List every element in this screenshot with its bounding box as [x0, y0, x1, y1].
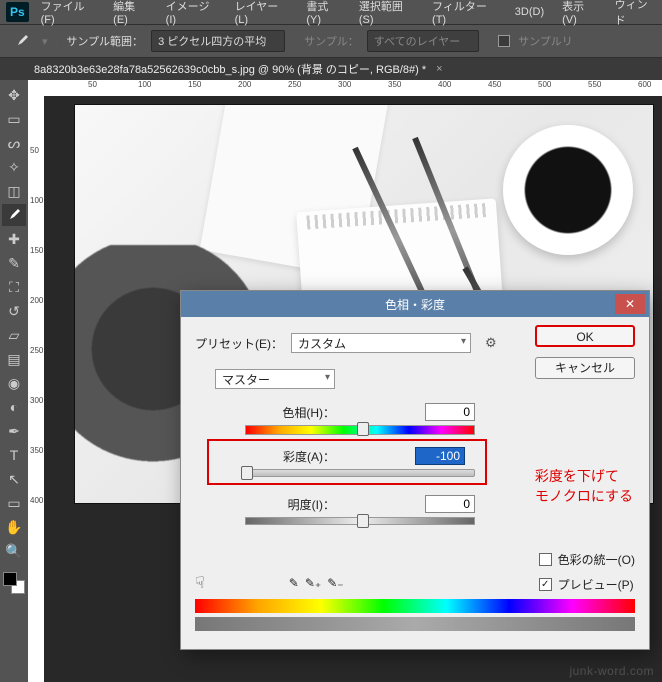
- menubar: Ps ファイル(F) 編集(E) イメージ(I) レイヤー(L) 書式(Y) 選…: [0, 0, 662, 24]
- menu-window[interactable]: ウィンド: [609, 0, 662, 30]
- menu-image[interactable]: イメージ(I): [160, 0, 223, 28]
- hand-tool-icon[interactable]: ✋: [2, 516, 26, 538]
- options-bar: ▾ | サンプル範囲： 3 ピクセル四方の平均 | サンプル： すべてのレイヤー…: [0, 24, 662, 58]
- move-tool-icon[interactable]: ✥: [2, 84, 26, 106]
- document-tab-bar: 8a8320b3e63e28fa78a52562639c0cbb_s.jpg @…: [0, 58, 662, 80]
- eraser-tool-icon[interactable]: ▱: [2, 324, 26, 346]
- dialog-close-button[interactable]: ✕: [615, 294, 645, 314]
- text-tool-icon[interactable]: T: [2, 444, 26, 466]
- menu-type[interactable]: 書式(Y): [300, 0, 347, 28]
- toolbox: ✥ ▭ ᔕ ✧ ◫ ✚ ✎ ⛶ ↺ ▱ ▤ ◉ ◐ ✒ T ↖ ▭ ✋ 🔍: [0, 82, 28, 594]
- spectrum-bars: [195, 599, 635, 635]
- colorize-label: 色彩の統一(O): [558, 551, 635, 568]
- saturation-highlight-box: 彩度(A)：: [207, 439, 487, 485]
- shape-tool-icon[interactable]: ▭: [2, 492, 26, 514]
- menu-select[interactable]: 選択範囲(S): [353, 0, 420, 28]
- watermark: junk-word.com: [569, 664, 654, 678]
- ps-logo: Ps: [6, 2, 29, 22]
- sample-select[interactable]: すべてのレイヤー: [367, 30, 479, 52]
- menu-view[interactable]: 表示(V): [556, 0, 603, 28]
- menu-layer[interactable]: レイヤー(L): [229, 0, 295, 28]
- hue-saturation-dialog: 色相・彩度 ✕ OK キャンセル プリセット(E)： カスタム ⚙ マスター 色…: [180, 290, 650, 650]
- wand-tool-icon[interactable]: ✧: [2, 156, 26, 178]
- menu-3d[interactable]: 3D(D): [509, 4, 550, 20]
- saturation-input[interactable]: [415, 447, 465, 465]
- sample-size-select[interactable]: 3 ピクセル四方の平均: [151, 30, 285, 52]
- history-brush-icon[interactable]: ↺: [2, 300, 26, 322]
- preview-checkbox[interactable]: ✓: [539, 578, 552, 591]
- hue-thumb[interactable]: [357, 422, 369, 436]
- ok-button[interactable]: OK: [535, 325, 635, 347]
- sample-size-label: サンプル範囲：: [66, 33, 143, 49]
- menu-filter[interactable]: フィルター(T): [426, 0, 503, 28]
- ruler-vertical: 50 100 150 200 250 300 350 400: [28, 96, 44, 682]
- sample-ring-label: サンプルリ: [518, 33, 573, 49]
- tab-close-icon[interactable]: ×: [436, 63, 442, 75]
- annotation-callout: 彩度を下げて モノクロにする: [535, 467, 633, 506]
- channel-select[interactable]: マスター: [215, 369, 335, 389]
- heal-tool-icon[interactable]: ✚: [2, 228, 26, 250]
- preset-label: プリセット(E)：: [195, 335, 283, 352]
- colorize-checkbox[interactable]: [539, 553, 552, 566]
- saturation-label: 彩度(A)：: [245, 448, 335, 465]
- preset-gear-icon[interactable]: ⚙: [485, 335, 497, 351]
- menu-file[interactable]: ファイル(F): [35, 0, 102, 28]
- saturation-slider[interactable]: [245, 469, 475, 477]
- eyedropper-tool-icon[interactable]: [2, 204, 26, 226]
- saturation-thumb[interactable]: [241, 466, 253, 480]
- lightness-input[interactable]: [425, 495, 475, 513]
- ruler-horizontal: 50 100 150 200 250 300 350 400 450 500 5…: [28, 80, 662, 96]
- stamp-tool-icon[interactable]: ⛶: [2, 276, 26, 298]
- eyedropper-plus-icon[interactable]: ✎₊: [305, 576, 321, 590]
- cancel-button[interactable]: キャンセル: [535, 357, 635, 379]
- marquee-tool-icon[interactable]: ▭: [2, 108, 26, 130]
- eyedropper-tool-icon[interactable]: [10, 30, 34, 52]
- hue-slider[interactable]: [245, 425, 475, 435]
- gradient-tool-icon[interactable]: ▤: [2, 348, 26, 370]
- path-tool-icon[interactable]: ↖: [2, 468, 26, 490]
- sample-label: サンプル：: [304, 33, 359, 49]
- crop-tool-icon[interactable]: ◫: [2, 180, 26, 202]
- dodge-tool-icon[interactable]: ◐: [2, 396, 26, 418]
- lightness-slider[interactable]: [245, 517, 475, 525]
- lasso-tool-icon[interactable]: ᔕ: [2, 132, 26, 154]
- preset-select[interactable]: カスタム: [291, 333, 471, 353]
- eyedropper-minus-icon[interactable]: ✎₋: [327, 576, 343, 590]
- scrubby-icon[interactable]: ☟: [195, 573, 205, 593]
- blur-tool-icon[interactable]: ◉: [2, 372, 26, 394]
- dialog-title[interactable]: 色相・彩度 ✕: [181, 291, 649, 317]
- zoom-tool-icon[interactable]: 🔍: [2, 540, 26, 562]
- menu-edit[interactable]: 編集(E): [107, 0, 154, 28]
- eyedropper-icon[interactable]: ✎: [289, 576, 299, 590]
- preview-label: プレビュー(P): [558, 576, 634, 593]
- sample-ring-checkbox[interactable]: [498, 35, 510, 47]
- lightness-label: 明度(I)：: [245, 496, 335, 513]
- document-tab[interactable]: 8a8320b3e63e28fa78a52562639c0cbb_s.jpg @…: [34, 61, 426, 77]
- pen-tool-icon[interactable]: ✒: [2, 420, 26, 442]
- color-swatches[interactable]: [3, 572, 25, 594]
- brush-tool-icon[interactable]: ✎: [2, 252, 26, 274]
- hue-label: 色相(H)：: [245, 404, 335, 421]
- lightness-thumb[interactable]: [357, 514, 369, 528]
- hue-input[interactable]: [425, 403, 475, 421]
